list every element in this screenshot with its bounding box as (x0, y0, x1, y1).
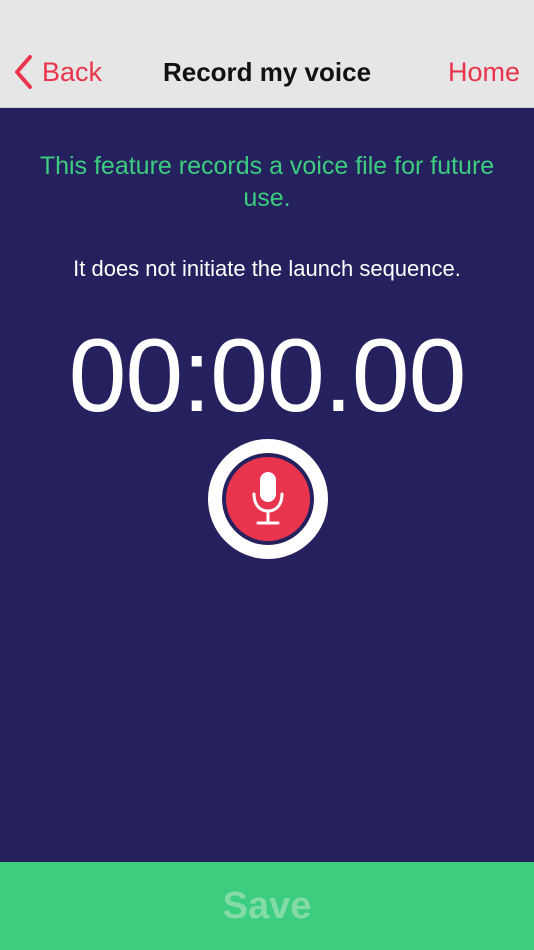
record-button[interactable] (208, 439, 328, 559)
feature-description: This feature records a voice file for fu… (39, 152, 495, 212)
back-button[interactable]: Back (12, 52, 102, 92)
record-button-ring (222, 453, 314, 545)
home-button[interactable]: Home (448, 52, 520, 92)
record-voice-screen: Back Record my voice Home This feature r… (0, 0, 534, 950)
save-label: Save (222, 885, 312, 927)
recording-timer: 00:00.00 (68, 318, 467, 434)
navigation-bar: Back Record my voice Home (0, 36, 534, 108)
launch-sequence-note: It does not initiate the launch sequence… (73, 256, 461, 281)
save-button[interactable]: Save (0, 862, 534, 950)
status-bar (0, 0, 534, 36)
back-label: Back (42, 57, 103, 87)
record-button-core (226, 457, 310, 541)
chevron-left-icon (15, 55, 32, 89)
microphone-icon (252, 472, 284, 525)
